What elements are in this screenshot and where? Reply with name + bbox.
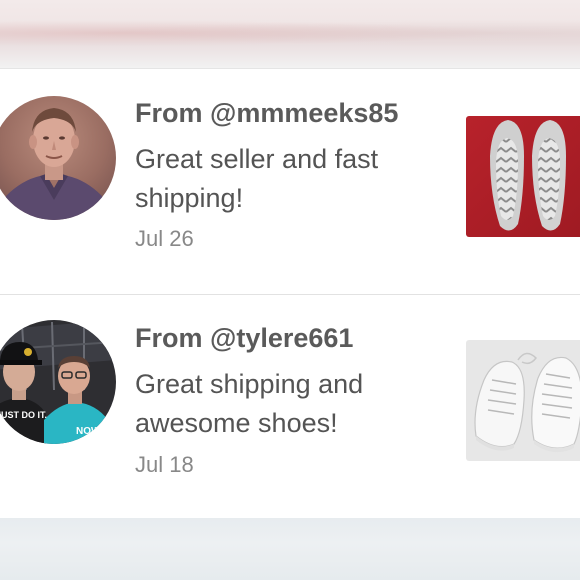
reviews-panel: From @mmmeeks85 Great seller and fast sh… <box>0 68 580 519</box>
blurred-top-background <box>0 0 580 68</box>
review-comment: Great shipping and awesome shoes! <box>135 369 364 438</box>
review-comment: Great seller and fast shipping! <box>135 144 379 213</box>
shirt-text-left: JUST DO IT. <box>0 410 47 420</box>
reviewer-username[interactable]: From @mmmeeks85 <box>135 98 398 129</box>
user-avatar[interactable]: JUST DO IT. NOW <box>0 320 116 444</box>
user-avatar[interactable] <box>0 96 116 220</box>
review-item: JUST DO IT. NOW From @tylere661 Great sh… <box>0 295 580 520</box>
shirt-text-right: NOW <box>76 426 101 437</box>
avatar-two-men-icon: JUST DO IT. NOW <box>0 320 116 444</box>
listing-thumbnail[interactable] <box>466 340 580 461</box>
review-date: Jul 18 <box>135 452 194 477</box>
avatar-older-man-icon <box>0 96 116 220</box>
review-item: From @mmmeeks85 Great seller and fast sh… <box>0 69 580 295</box>
white-sneakers-icon <box>466 340 580 461</box>
gray-chevron-flats-icon <box>466 116 580 237</box>
blurred-bottom-background <box>0 518 580 580</box>
reviewer-username[interactable]: From @tylere661 <box>135 323 353 354</box>
review-date: Jul 26 <box>135 226 194 251</box>
listing-thumbnail[interactable] <box>466 116 580 237</box>
